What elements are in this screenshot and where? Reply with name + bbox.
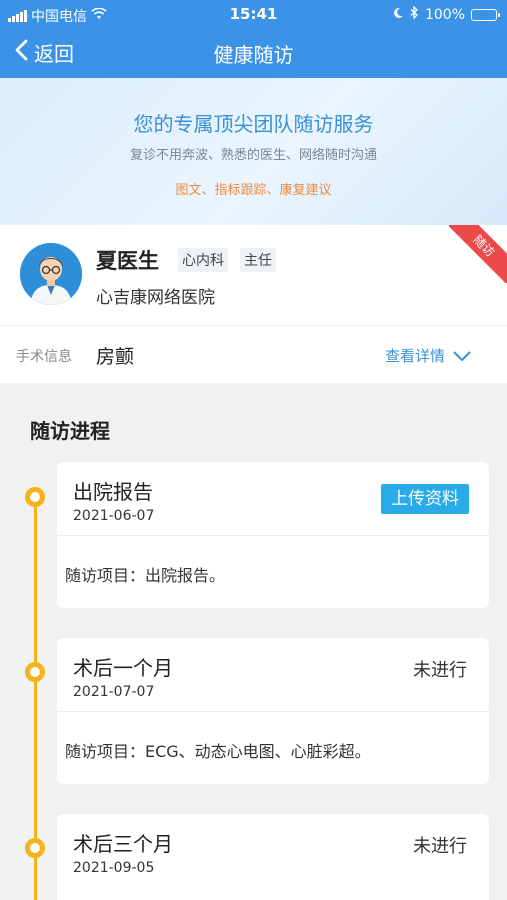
surgery-info-row: 手术信息 房颤 查看详情: [0, 325, 507, 383]
card-status: 未进行: [413, 836, 467, 857]
back-button[interactable]: 返回: [14, 38, 74, 67]
chevron-left-icon: [14, 39, 28, 66]
moon-icon: [392, 7, 404, 23]
card-date: 2021-06-07: [73, 508, 155, 524]
timeline-dot: [25, 662, 45, 682]
battery-label: 100%: [424, 6, 465, 23]
follow-up-card[interactable]: 出院报告 2021-06-07 上传资料 随访项目：出院报告。: [57, 462, 489, 608]
card-title: 术后三个月: [73, 832, 173, 856]
bluetooth-icon: [410, 5, 419, 23]
upload-button[interactable]: 上传资料: [381, 484, 469, 514]
card-date: 2021-09-05: [73, 860, 155, 876]
nav-bar: 返回 健康随访: [0, 28, 507, 78]
card-title: 术后一个月: [73, 656, 173, 680]
doctor-title-tag: 主任: [240, 248, 276, 272]
back-label: 返回: [34, 42, 74, 66]
banner-title: 您的专属顶尖团队随访服务: [133, 112, 374, 136]
card-status: 未进行: [413, 660, 467, 681]
card-item-text: 随访项目：出院报告。: [65, 566, 226, 585]
card-body: 随访项目：ECG、动态心电图、心脏彩超。: [57, 712, 489, 784]
card-header: 术后一个月 2021-07-07 未进行: [57, 638, 489, 712]
status-bar: 中国电信 15:41 100%: [0, 0, 507, 28]
doctor-hospital: 心吉康网络医院: [96, 288, 215, 308]
battery-icon: [471, 8, 500, 21]
card-header: 术后三个月 2021-09-05 未进行: [57, 814, 489, 888]
card-item-text: 随访项目：ECG、动态心电图、心脏彩超。: [65, 742, 371, 761]
view-details-label: 查看详情: [384, 347, 445, 365]
view-details-button[interactable]: 查看详情: [385, 345, 471, 366]
card-date: 2021-07-07: [73, 684, 155, 700]
page-title: 健康随访: [213, 43, 294, 67]
follow-up-card[interactable]: 术后三个月 2021-09-05 未进行: [57, 814, 489, 900]
doctor-name: 夏医生: [96, 249, 159, 273]
banner-tags: 图文、指标跟踪、康复建议: [175, 183, 332, 198]
card-header: 出院报告 2021-06-07 上传资料: [57, 462, 489, 536]
ribbon-label: 随访: [449, 225, 507, 283]
surgery-value: 房颤: [96, 346, 135, 368]
surgery-label: 手术信息: [16, 349, 72, 365]
card-body: 随访项目：出院报告。: [57, 536, 489, 608]
service-banner: 您的专属顶尖团队随访服务 复诊不用奔波、熟悉的医生、网络随时沟通 图文、指标跟踪…: [0, 78, 507, 225]
section-title: 随访进程: [30, 419, 110, 443]
banner-subtitle: 复诊不用奔波、熟悉的医生、网络随时沟通: [129, 148, 377, 163]
timeline-dot: [25, 487, 45, 507]
follow-up-card[interactable]: 术后一个月 2021-07-07 未进行 随访项目：ECG、动态心电图、心脏彩超…: [57, 638, 489, 784]
doctor-avatar: [20, 243, 82, 305]
chevron-down-icon: [453, 347, 471, 365]
doctor-card[interactable]: 夏医生 心内科 主任 心吉康网络医院 随访: [0, 225, 507, 325]
card-title: 出院报告: [73, 480, 153, 504]
doctor-department-tag: 心内科: [178, 248, 228, 272]
timeline-dot: [25, 838, 45, 858]
follow-up-ribbon: 随访: [449, 225, 507, 283]
status-right: 100%: [392, 5, 500, 23]
